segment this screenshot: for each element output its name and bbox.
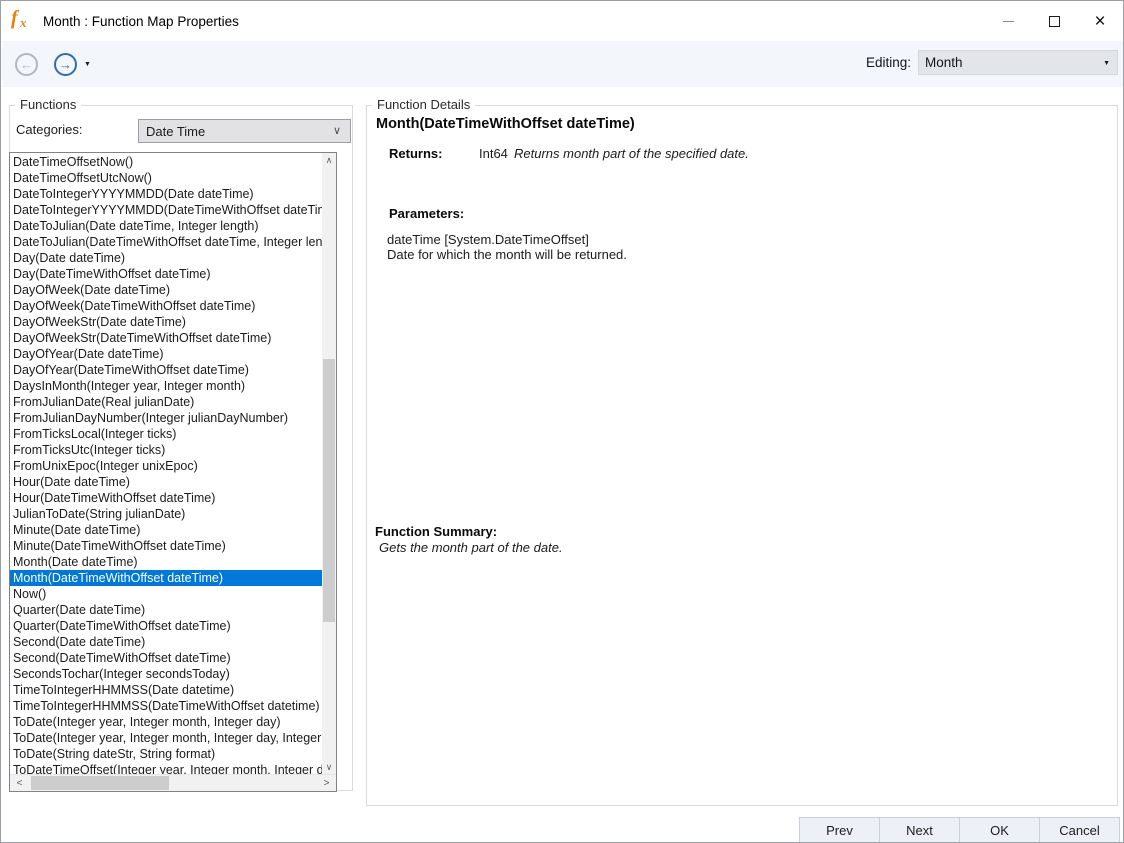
editing-dropdown-value: Month <box>925 55 963 70</box>
parameters-label: Parameters: <box>389 206 464 221</box>
list-item[interactable]: Second(DateTimeWithOffset dateTime) <box>10 650 322 666</box>
titlebar: f x Month : Function Map Properties × <box>1 1 1123 41</box>
function-signature-heading: Month(DateTimeWithOffset dateTime) <box>376 116 635 132</box>
fx-app-icon: f x <box>11 10 37 32</box>
list-item[interactable]: TimeToIntegerHHMMSS(DateTimeWithOffset d… <box>10 698 322 714</box>
function-list: DateTimeOffsetNow()DateTimeOffsetUtcNow(… <box>9 152 337 792</box>
list-item[interactable]: Second(Date dateTime) <box>10 634 322 650</box>
list-item[interactable]: DateTimeOffsetNow() <box>10 154 322 170</box>
list-item[interactable]: SecondsTochar(Integer secondsToday) <box>10 666 322 682</box>
horizontal-scrollbar-thumb[interactable] <box>31 776 169 790</box>
list-item[interactable]: DayOfWeek(DateTimeWithOffset dateTime) <box>10 298 322 314</box>
function-summary-label: Function Summary: <box>375 524 497 539</box>
returns-label: Returns: <box>389 146 442 161</box>
close-icon: × <box>1094 12 1105 31</box>
scroll-right-icon[interactable]: > <box>319 775 334 791</box>
window-controls: × <box>985 1 1123 41</box>
categories-dropdown-value: Date Time <box>146 124 205 139</box>
editing-section: Editing: Month ▼ <box>866 50 1118 75</box>
minimize-icon <box>1003 21 1014 22</box>
list-item[interactable]: JulianToDate(String julianDate) <box>10 506 322 522</box>
ok-button[interactable]: OK <box>959 817 1040 843</box>
function-details-groupbox: Function Details Month(DateTimeWithOffse… <box>366 105 1118 806</box>
list-item[interactable]: Hour(DateTimeWithOffset dateTime) <box>10 490 322 506</box>
footer-button-bar: PrevNextOKCancel <box>800 817 1120 843</box>
function-map-properties-dialog: f x Month : Function Map Properties × ← … <box>0 0 1124 843</box>
close-button[interactable]: × <box>1077 1 1123 41</box>
returns-description: Returns month part of the specified date… <box>514 146 749 161</box>
list-item[interactable]: DateToJulian(DateTimeWithOffset dateTime… <box>10 234 322 250</box>
list-item[interactable]: TimeToIntegerHHMMSS(Date datetime) <box>10 682 322 698</box>
returns-type: Int64 <box>479 146 508 161</box>
list-item[interactable]: DateToJulian(Date dateTime, Integer leng… <box>10 218 322 234</box>
forward-button[interactable]: → <box>54 53 77 76</box>
functions-groupbox-title: Functions <box>15 97 81 112</box>
list-item[interactable]: Now() <box>10 586 322 602</box>
function-summary-text: Gets the month part of the date. <box>379 540 563 555</box>
back-arrow-icon: ← <box>20 57 33 72</box>
window-title: Month : Function Map Properties <box>43 14 239 29</box>
function-list-items: DateTimeOffsetNow()DateTimeOffsetUtcNow(… <box>10 154 322 774</box>
list-item[interactable]: FromTicksLocal(Integer ticks) <box>10 426 322 442</box>
list-item[interactable]: Month(Date dateTime) <box>10 554 322 570</box>
function-details-groupbox-title: Function Details <box>372 97 475 112</box>
prev-button[interactable]: Prev <box>799 817 880 843</box>
forward-arrow-icon: → <box>59 57 72 72</box>
list-item[interactable]: FromJulianDayNumber(Integer julianDayNum… <box>10 410 322 426</box>
list-item[interactable]: DateToIntegerYYYYMMDD(DateTimeWithOffset… <box>10 202 322 218</box>
vertical-scrollbar-thumb[interactable] <box>323 359 335 622</box>
categories-dropdown[interactable]: Date Time ∨ <box>138 119 351 143</box>
list-item[interactable]: Month(DateTimeWithOffset dateTime) <box>10 570 322 586</box>
list-item[interactable]: DayOfYear(Date dateTime) <box>10 346 322 362</box>
list-item[interactable]: Quarter(DateTimeWithOffset dateTime) <box>10 618 322 634</box>
vertical-scrollbar[interactable]: ∧ ∨ <box>322 153 336 775</box>
list-item[interactable]: FromUnixEpoc(Integer unixEpoc) <box>10 458 322 474</box>
list-item[interactable]: Minute(Date dateTime) <box>10 522 322 538</box>
list-item[interactable]: Day(DateTimeWithOffset dateTime) <box>10 266 322 282</box>
functions-groupbox: Functions Categories: Date Time ∨ DateTi… <box>9 105 353 791</box>
next-button[interactable]: Next <box>879 817 960 843</box>
list-item[interactable]: FromJulianDate(Real julianDate) <box>10 394 322 410</box>
list-item[interactable]: ToDateTimeOffset(Integer year, Integer m… <box>10 762 322 774</box>
list-item[interactable]: DayOfWeekStr(Date dateTime) <box>10 314 322 330</box>
list-item[interactable]: DayOfWeekStr(DateTimeWithOffset dateTime… <box>10 330 322 346</box>
list-item[interactable]: Quarter(Date dateTime) <box>10 602 322 618</box>
list-item[interactable]: FromTicksUtc(Integer ticks) <box>10 442 322 458</box>
scroll-left-icon[interactable]: < <box>12 775 27 791</box>
list-item[interactable]: ToDate(Integer year, Integer month, Inte… <box>10 730 322 746</box>
list-item[interactable]: DayOfWeek(Date dateTime) <box>10 282 322 298</box>
maximize-icon <box>1049 16 1060 27</box>
list-item[interactable]: DateToIntegerYYYYMMDD(Date dateTime) <box>10 186 322 202</box>
back-button[interactable]: ← <box>15 53 38 76</box>
list-item[interactable]: Minute(DateTimeWithOffset dateTime) <box>10 538 322 554</box>
minimize-button[interactable] <box>985 1 1031 41</box>
list-item[interactable]: Hour(Date dateTime) <box>10 474 322 490</box>
cancel-button[interactable]: Cancel <box>1039 817 1120 843</box>
scroll-up-icon[interactable]: ∧ <box>322 153 336 168</box>
scroll-down-icon[interactable]: ∨ <box>322 760 336 775</box>
list-item[interactable]: ToDate(Integer year, Integer month, Inte… <box>10 714 322 730</box>
parameter-name: dateTime [System.DateTimeOffset] <box>387 232 589 247</box>
horizontal-scrollbar[interactable]: < > <box>10 774 336 791</box>
list-item[interactable]: DayOfYear(DateTimeWithOffset dateTime) <box>10 362 322 378</box>
list-item[interactable]: ToDate(String dateStr, String format) <box>10 746 322 762</box>
list-item[interactable]: DaysInMonth(Integer year, Integer month) <box>10 378 322 394</box>
parameter-description: Date for which the month will be returne… <box>387 247 627 262</box>
dropdown-arrow-icon: ▼ <box>1103 60 1110 67</box>
list-item[interactable]: DateTimeOffsetUtcNow() <box>10 170 322 186</box>
editing-dropdown[interactable]: Month ▼ <box>918 50 1118 75</box>
editing-label: Editing: <box>866 55 911 70</box>
forward-dropdown-caret-icon[interactable]: ▼ <box>84 61 91 68</box>
chevron-down-icon: ∨ <box>333 124 341 137</box>
toolbar: ← → ▼ Editing: Month ▼ <box>2 41 1124 87</box>
maximize-button[interactable] <box>1031 1 1077 41</box>
categories-label: Categories: <box>16 122 82 137</box>
list-item[interactable]: Day(Date dateTime) <box>10 250 322 266</box>
